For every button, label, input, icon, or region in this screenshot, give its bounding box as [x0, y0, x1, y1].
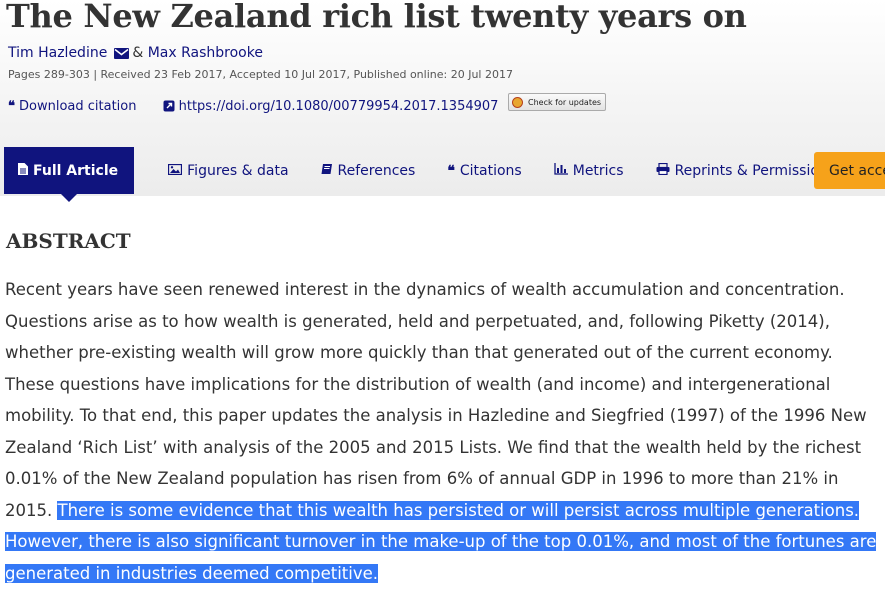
author-link-rashbrooke[interactable]: Max Rashbrooke [148, 45, 263, 61]
image-icon [167, 163, 183, 178]
selected-text: There is some evidence that this wealth … [5, 500, 877, 583]
doi-label: https://doi.org/10.1080/00779954.2017.13… [178, 99, 499, 114]
doi-link[interactable]: https://doi.org/10.1080/00779954.2017.13… [163, 99, 499, 116]
tab-references[interactable]: References [321, 147, 416, 194]
abstract-text: Recent years have seen renewed interest … [5, 280, 867, 520]
quote-icon: ❝ [8, 99, 15, 114]
tab-label: Reprints & Permissions [674, 162, 836, 179]
check-for-updates-button[interactable]: Check for updates [508, 93, 606, 111]
article-actions: ❝ Download citation https://doi.org/10.10… [8, 99, 498, 116]
tab-figures-data[interactable]: Figures & data [167, 147, 289, 194]
document-icon [18, 163, 28, 178]
get-access-button[interactable]: Get access [814, 152, 885, 189]
abstract-body: Recent years have seen renewed interest … [5, 274, 883, 589]
tab-label: Citations [459, 162, 522, 179]
printer-icon [656, 162, 670, 178]
download-citation-link[interactable]: ❝ Download citation [8, 99, 136, 114]
article-tabs: Full Article Figures & data References ❝… [4, 147, 851, 202]
external-link-icon [163, 100, 175, 116]
author-line: Tim Hazledine & Max Rashbrooke [8, 45, 263, 63]
tab-reprints-permissions[interactable]: Reprints & Permissions [656, 147, 836, 194]
check-updates-label: Check for updates [528, 97, 602, 107]
book-icon [321, 163, 333, 178]
tab-label: Full Article [33, 162, 119, 179]
tab-citations[interactable]: ❝ Citations [447, 147, 521, 194]
author-link-hazledine[interactable]: Tim Hazledine [8, 45, 107, 61]
bar-chart-icon [554, 163, 568, 178]
author-separator: & [132, 45, 148, 61]
download-citation-label: Download citation [19, 99, 137, 114]
article-title: The New Zealand rich list twenty years o… [6, 0, 747, 35]
publication-info: Pages 289-303 | Received 23 Feb 2017, Ac… [8, 68, 513, 81]
abstract-heading: ABSTRACT [6, 229, 131, 253]
quote-icon: ❝ [447, 162, 455, 179]
tab-label: Figures & data [187, 162, 289, 179]
tab-label: Metrics [572, 162, 624, 179]
mail-icon[interactable] [114, 47, 130, 63]
tab-metrics[interactable]: Metrics [554, 147, 624, 194]
crossmark-icon [512, 96, 523, 108]
tab-label: References [337, 162, 416, 179]
tab-full-article[interactable]: Full Article [4, 147, 135, 202]
